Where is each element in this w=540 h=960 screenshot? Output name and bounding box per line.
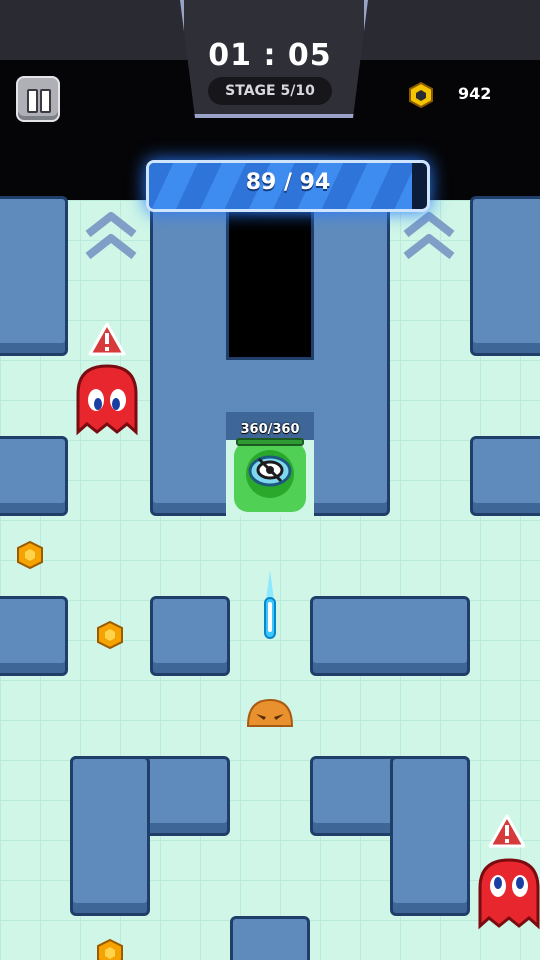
laser-projectile [264, 570, 276, 639]
maze-wall [390, 756, 470, 916]
maze-wall [470, 436, 540, 516]
hidden-eye-icon [256, 457, 284, 483]
coin-count: 942 [458, 84, 492, 103]
maze-wall [0, 596, 68, 676]
buried-orange-enemy [246, 698, 294, 727]
player-hp-label: 360/360 [240, 422, 300, 437]
game-screen: 01 : 05 STAGE 5/10 942 360/360 89 / 94 [0, 0, 540, 960]
maze-wall [150, 596, 230, 676]
hex-coin-icon [409, 82, 433, 108]
pause-icon [40, 89, 51, 113]
stage-progress-label: 89 / 94 [245, 170, 331, 195]
stage-indicator: STAGE 5/10 [208, 77, 332, 105]
hex-coin-pickup [97, 938, 123, 960]
red-ghost-enemy [76, 364, 138, 436]
hex-coin-pickup [97, 620, 123, 650]
warning-icon [88, 322, 126, 356]
maze-wall [470, 196, 540, 356]
player-hp-bar [236, 438, 304, 446]
maze-wall [230, 916, 310, 960]
maze-wall [310, 596, 470, 676]
double-chevron-up-icon [85, 212, 137, 260]
pause-icon [27, 89, 38, 113]
warning-icon [488, 814, 526, 848]
red-ghost-enemy [478, 858, 540, 930]
timer: 01 : 05 [208, 38, 332, 73]
pause-button[interactable] [16, 76, 60, 122]
maze-wall [0, 436, 68, 516]
maze-wall [70, 756, 150, 916]
maze-wall [0, 196, 68, 356]
hex-coin-pickup [17, 540, 43, 570]
maze-pit [226, 200, 314, 360]
